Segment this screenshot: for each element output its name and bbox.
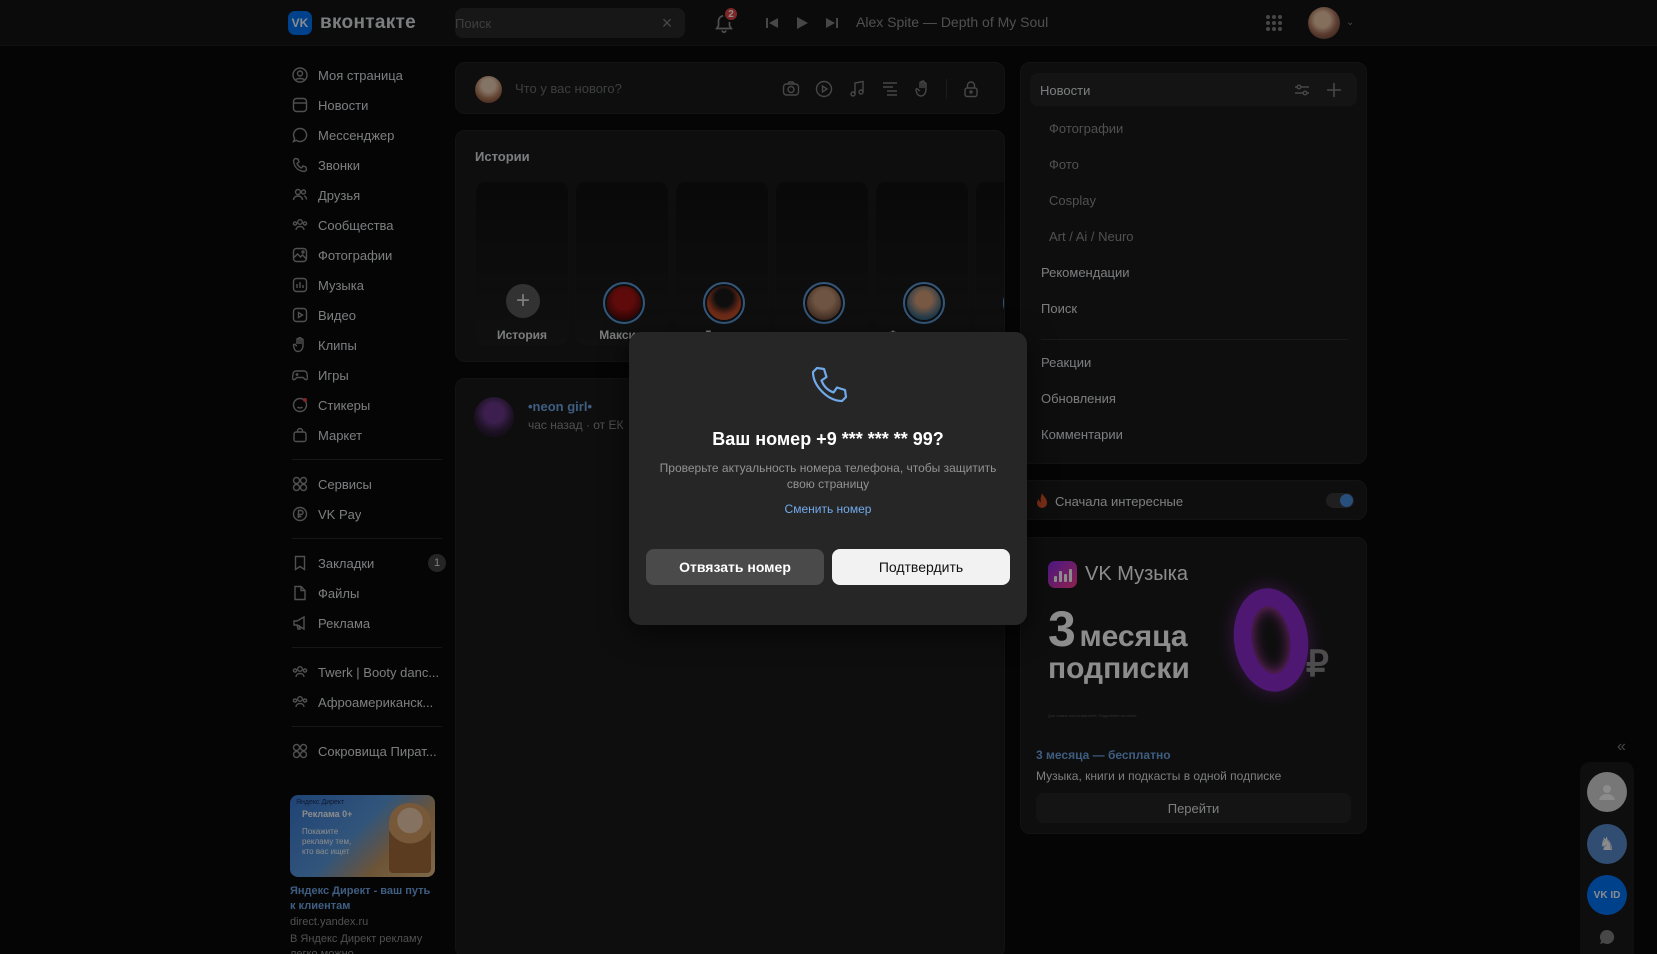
modal-title: Ваш номер +9 *** *** ** 99? bbox=[712, 429, 944, 449]
confirm-button[interactable]: Подтвердить bbox=[832, 549, 1010, 585]
phone-icon bbox=[811, 366, 848, 403]
change-number-link[interactable]: Сменить номер bbox=[629, 502, 1027, 516]
unlink-number-button[interactable]: Отвязать номер bbox=[646, 549, 824, 585]
phone-confirmation-modal: Ваш номер +9 *** *** ** 99? Проверьте ак… bbox=[629, 332, 1027, 625]
modal-description: Проверьте актуальность номера телефона, … bbox=[659, 461, 997, 491]
